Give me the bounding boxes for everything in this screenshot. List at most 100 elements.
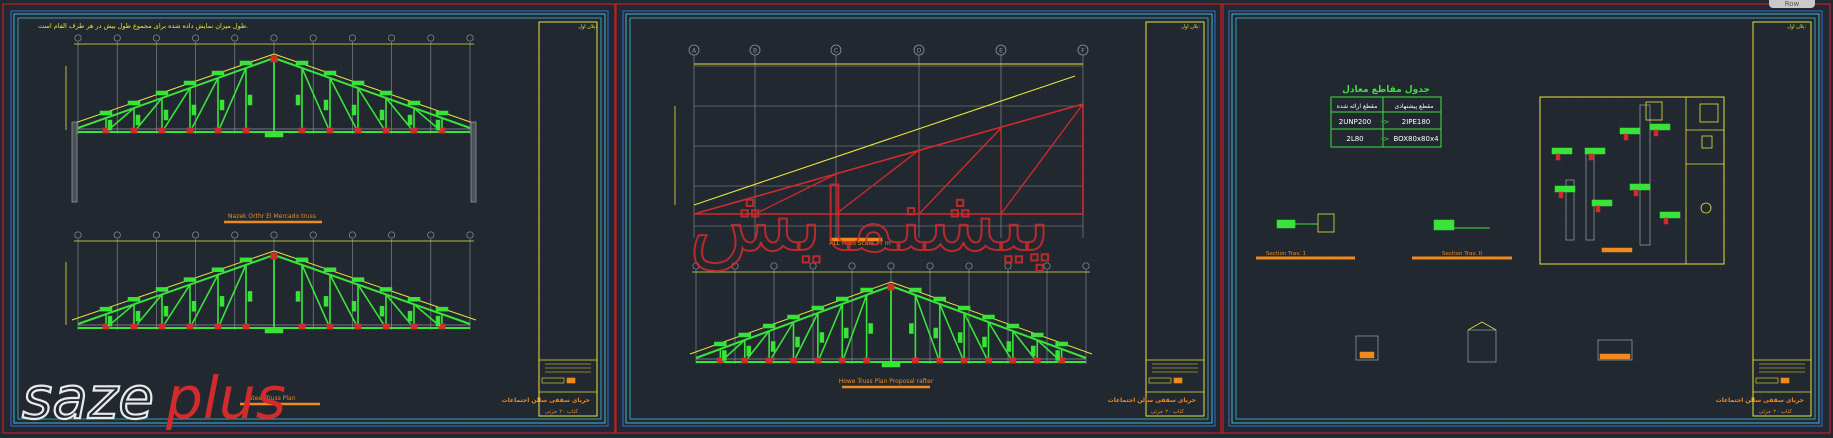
member-tag bbox=[868, 323, 873, 334]
gusset-plate bbox=[242, 127, 250, 134]
gusset-plate bbox=[1033, 357, 1041, 364]
member-tag bbox=[295, 291, 301, 302]
purlin bbox=[836, 296, 849, 302]
connection-plate bbox=[1554, 185, 1576, 193]
member-tag bbox=[722, 350, 727, 361]
connection-plate bbox=[1649, 123, 1671, 131]
bolt-group bbox=[1623, 133, 1629, 141]
member-tag bbox=[407, 114, 413, 126]
column bbox=[470, 121, 477, 203]
purlin bbox=[127, 297, 141, 302]
purlin bbox=[295, 60, 309, 66]
purlin bbox=[155, 287, 169, 292]
drawing-canvas[interactable]: طول میزان نمایش داده شده برای مجموع طول … bbox=[0, 0, 1833, 438]
purlin bbox=[99, 306, 113, 312]
section-b-caption: Section Trav. II bbox=[1442, 251, 1482, 257]
bolt-group bbox=[1555, 153, 1561, 161]
svg-text:پلان اول:: پلان اول: bbox=[1787, 24, 1806, 30]
member-tag bbox=[407, 310, 413, 322]
gusset-plate bbox=[186, 323, 194, 330]
member-tag bbox=[191, 301, 197, 312]
gusset-plate bbox=[326, 323, 334, 330]
member-tag bbox=[163, 305, 169, 317]
member-tag bbox=[323, 296, 329, 307]
row-button[interactable]: Row bbox=[1769, 0, 1815, 8]
purlin bbox=[127, 100, 141, 106]
table-header-given: مقطع ارائه شده bbox=[1337, 103, 1378, 110]
purlin bbox=[762, 323, 776, 329]
cad-drawing-viewport[interactable]: Row طول میزان نمایش داده شده برای مجموع … bbox=[0, 0, 1833, 438]
section-a-caption: Section Trav. 1 bbox=[1266, 251, 1306, 257]
purlin bbox=[982, 314, 995, 320]
gusset-plate bbox=[354, 127, 362, 134]
bolt-group bbox=[1595, 205, 1601, 213]
svg-text:پلان اول:: پلان اول: bbox=[1181, 24, 1200, 30]
purlin bbox=[351, 277, 365, 282]
caption-underline bbox=[1601, 247, 1633, 253]
member-tag bbox=[982, 336, 987, 348]
grid-label: C bbox=[834, 48, 838, 55]
gusset-plate bbox=[158, 323, 166, 330]
gusset-plate bbox=[298, 323, 306, 330]
table-cell: 2IPE180 bbox=[1402, 118, 1431, 126]
sheet1-caption-top: Nazek Orthr El Mercado truss bbox=[228, 213, 316, 220]
purlin bbox=[435, 110, 449, 116]
gusset-plate bbox=[326, 127, 334, 134]
table-cell: 2L80 bbox=[1346, 135, 1363, 143]
grid-label: B bbox=[753, 48, 757, 55]
connection-plate bbox=[1584, 147, 1606, 155]
purlin bbox=[239, 257, 253, 263]
gusset-plate bbox=[270, 55, 278, 63]
section-member bbox=[1276, 219, 1296, 229]
watermark-plus: plus bbox=[165, 364, 286, 432]
member-tag bbox=[379, 109, 385, 121]
column bbox=[71, 121, 78, 203]
member-tag bbox=[379, 305, 385, 317]
purlin bbox=[295, 257, 309, 263]
gusset-plate bbox=[270, 252, 278, 260]
purlin bbox=[860, 287, 873, 293]
connection-plate bbox=[1591, 199, 1613, 207]
sheet1-note: طول میزان نمایش داده شده برای مجموع طول … bbox=[38, 22, 248, 30]
gusset-plate bbox=[186, 127, 194, 134]
member-tag bbox=[191, 104, 197, 116]
svg-text:کتاب ۲۰ جزئی: کتاب ۲۰ جزئی bbox=[1759, 408, 1792, 415]
member-tag bbox=[909, 323, 914, 334]
purlin bbox=[155, 90, 169, 96]
connection-plate bbox=[1551, 147, 1573, 155]
svg-text:خرپای سقفی سالن اجتماعات: خرپای سقفی سالن اجتماعات bbox=[502, 397, 590, 404]
member-tag bbox=[219, 99, 225, 111]
table-arrow: -> bbox=[1381, 135, 1390, 143]
purlin bbox=[183, 277, 197, 282]
purlin bbox=[211, 267, 225, 272]
member-tag bbox=[819, 332, 825, 343]
gusset-plate bbox=[911, 357, 919, 364]
gusset-plate bbox=[214, 323, 222, 330]
support-plate bbox=[264, 328, 284, 334]
member-tag bbox=[247, 291, 253, 302]
gusset-plate bbox=[985, 357, 992, 364]
purlin bbox=[435, 306, 449, 312]
gusset-plate bbox=[354, 323, 362, 330]
table-header-proposed: مقطع پیشنهادی bbox=[1395, 103, 1434, 110]
gusset-plate bbox=[410, 127, 418, 134]
member-tag bbox=[844, 327, 849, 339]
member-tag bbox=[351, 104, 357, 116]
member-tag bbox=[770, 341, 776, 352]
connection-plate bbox=[1659, 211, 1681, 219]
table-arrow: -> bbox=[1381, 118, 1390, 126]
purlin bbox=[407, 100, 421, 106]
bolt-group bbox=[1653, 129, 1659, 137]
purlin bbox=[323, 70, 337, 76]
member-tag bbox=[135, 310, 141, 322]
gusset-plate bbox=[382, 323, 390, 330]
support-plate bbox=[881, 362, 901, 368]
gusset-plate bbox=[130, 323, 138, 330]
member-tag bbox=[295, 94, 301, 106]
purlin bbox=[909, 287, 922, 293]
grid-label: D bbox=[917, 48, 922, 55]
purlin bbox=[1031, 332, 1044, 338]
member-tag bbox=[135, 114, 141, 126]
table-cell: 2UNP200 bbox=[1339, 118, 1371, 126]
member-tag bbox=[1055, 350, 1060, 361]
